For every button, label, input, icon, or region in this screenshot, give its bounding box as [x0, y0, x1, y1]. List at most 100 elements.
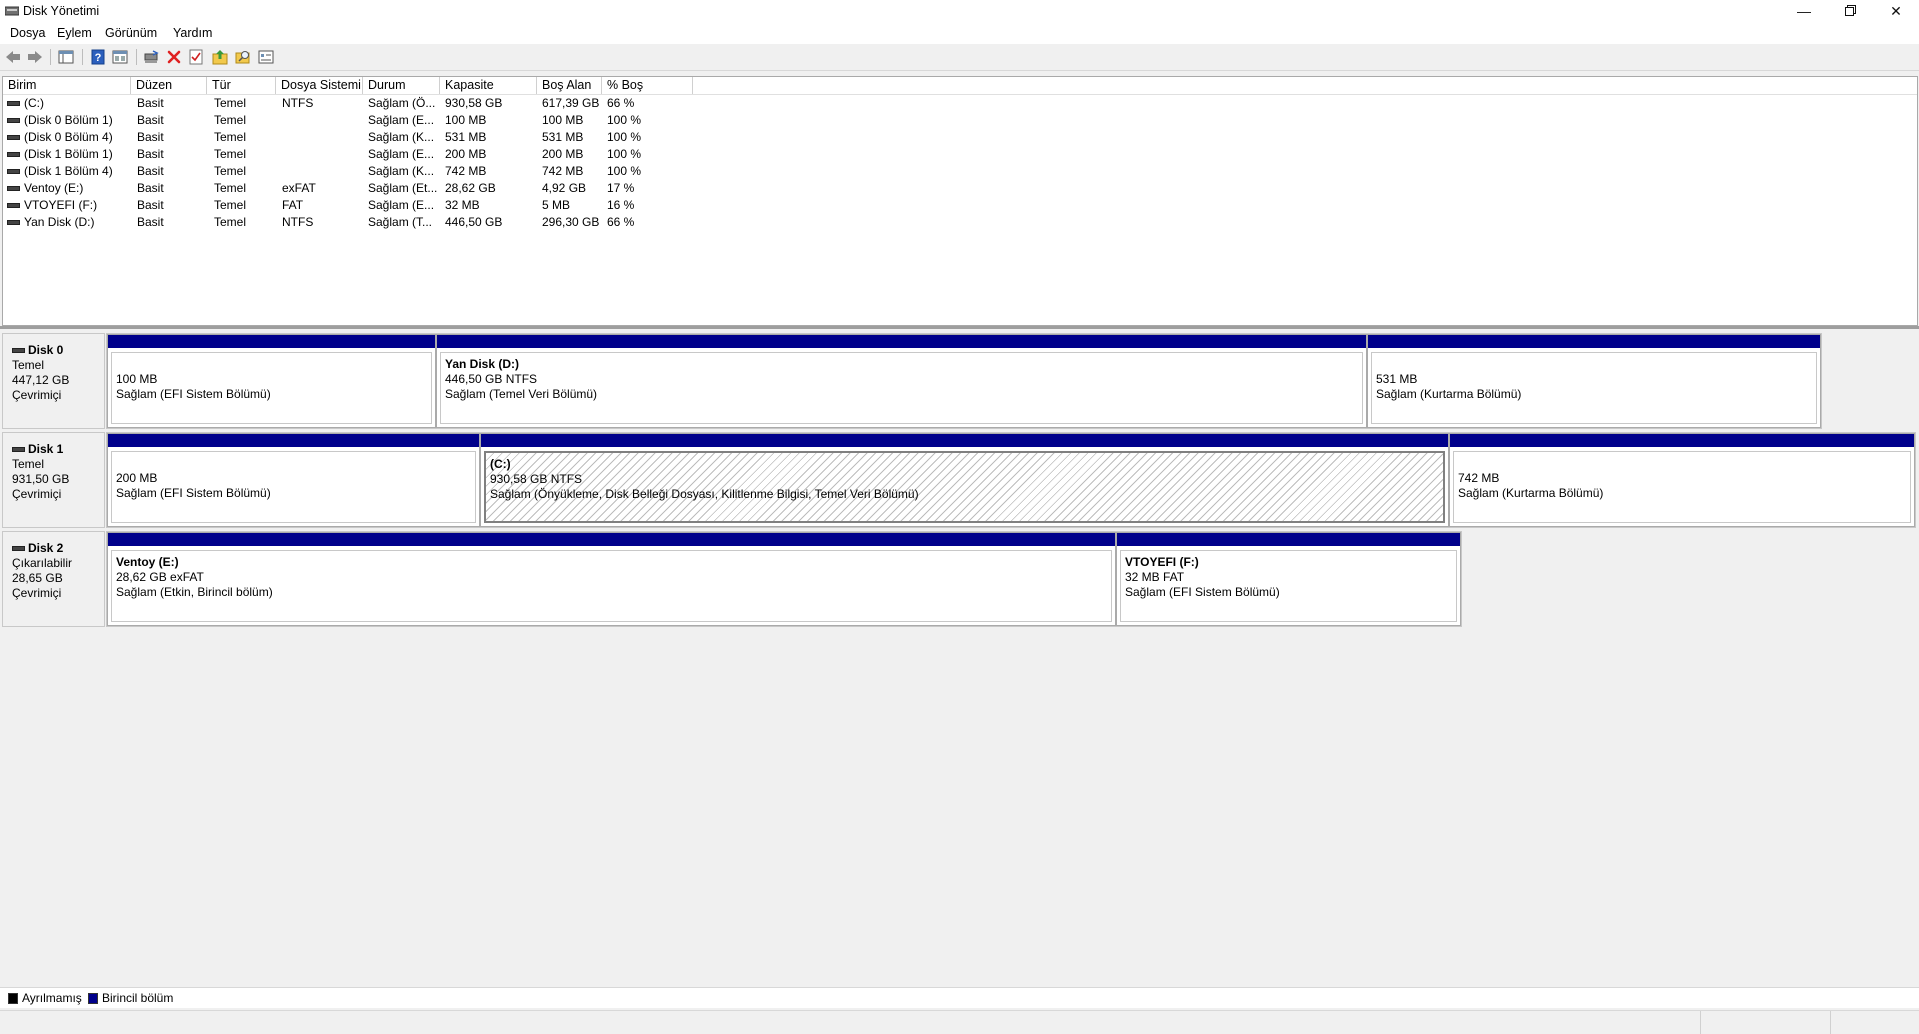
properties-button[interactable] [258, 49, 274, 65]
disk-2-label[interactable]: Disk 2 Çıkarılabilir 28,65 GB Çevrimiçi [2, 531, 105, 627]
help-button[interactable]: ? [90, 49, 106, 65]
layout-cell: Basit [137, 198, 164, 212]
connect-button[interactable] [143, 49, 159, 65]
legend-label: Ayrılmamış [22, 991, 82, 1005]
console-tree-icon [58, 50, 74, 64]
partition-size: 930,58 GB NTFS [490, 472, 583, 486]
help-icon: ? [91, 49, 105, 65]
menu-help[interactable]: Yardım [173, 26, 212, 40]
disk-management-app-icon [5, 6, 19, 16]
partition-block[interactable]: 200 MB Sağlam (EFI Sistem Bölümü) [107, 433, 480, 527]
search-folder-button[interactable] [235, 49, 251, 65]
table-row[interactable]: (Disk 0 Bölüm 1) Basit Temel Sağlam (E..… [3, 112, 1917, 129]
type-cell: Temel [214, 181, 247, 195]
table-row[interactable]: Ventoy (E:) Basit Temel exFAT Sağlam (Et… [3, 180, 1917, 197]
type-cell: Temel [214, 198, 247, 212]
restore-button[interactable] [1827, 0, 1873, 22]
disk-icon [12, 348, 25, 354]
column-header-capacity[interactable]: Kapasite [440, 77, 537, 94]
status-bar [0, 1010, 1919, 1034]
partition-color-bar [108, 434, 479, 447]
column-header-volume[interactable]: Birim [3, 77, 131, 94]
table-row[interactable]: VTOYEFI (F:) Basit Temel FAT Sağlam (E..… [3, 197, 1917, 214]
check-icon [189, 49, 203, 65]
menu-action[interactable]: Eylem [57, 26, 92, 40]
disk-size: 28,65 GB [12, 571, 63, 585]
table-row[interactable]: (Disk 1 Bölüm 1) Basit Temel Sağlam (E..… [3, 146, 1917, 163]
partition-block[interactable]: Ventoy (E:) 28,62 GB exFAT Sağlam (Etkin… [107, 532, 1116, 626]
disk-size: 931,50 GB [12, 472, 70, 486]
partition-info: Ventoy (E:) 28,62 GB exFAT Sağlam (Etkin… [111, 550, 1112, 622]
column-header-percent-free[interactable]: % Boş [602, 77, 693, 94]
partition-size: 742 MB [1458, 471, 1500, 485]
free-space-cell: 4,92 GB [542, 181, 587, 195]
partition-status: Sağlam (EFI Sistem Bölümü) [1125, 585, 1280, 599]
table-row[interactable]: (Disk 0 Bölüm 4) Basit Temel Sağlam (K..… [3, 129, 1917, 146]
partition-name [1458, 456, 1906, 471]
partition-size: 446,50 GB NTFS [445, 372, 538, 386]
close-button[interactable]: ✕ [1873, 0, 1919, 22]
partition-block[interactable]: 742 MB Sağlam (Kurtarma Bölümü) [1449, 433, 1915, 527]
percent-free-cell: 16 % [607, 198, 635, 212]
column-header-filesystem[interactable]: Dosya Sistemi [276, 77, 363, 94]
check-button[interactable] [188, 49, 204, 65]
forward-button[interactable] [27, 49, 43, 65]
volume-cell: (Disk 1 Bölüm 1) [7, 146, 129, 163]
delete-button[interactable] [166, 49, 182, 65]
legend-swatch [8, 992, 18, 1004]
up-folder-button[interactable] [212, 49, 228, 65]
legend-label: Birincil bölüm [102, 991, 174, 1005]
volume-cell: Yan Disk (D:) [7, 214, 129, 231]
partition-block[interactable]: Yan Disk (D:) 446,50 GB NTFS Sağlam (Tem… [436, 334, 1367, 428]
percent-free-cell: 66 % [607, 96, 635, 110]
partition-block[interactable]: 100 MB Sağlam (EFI Sistem Bölümü) [107, 334, 436, 428]
capacity-cell: 200 MB [445, 147, 487, 161]
free-space-cell: 100 MB [542, 113, 584, 127]
partition-size: 32 MB FAT [1125, 570, 1185, 584]
partition-block-selected[interactable]: (C:) 930,58 GB NTFS Sağlam (Önyükleme, D… [480, 433, 1449, 527]
partition-name: (C:) [490, 457, 511, 471]
connect-icon [144, 50, 159, 63]
show-hide-button[interactable] [112, 49, 128, 65]
status-cell: Sağlam (E... [368, 198, 435, 212]
column-header-free-space[interactable]: Boş Alan [537, 77, 602, 94]
disk-1-label[interactable]: Disk 1 Temel 931,50 GB Çevrimiçi [2, 432, 105, 528]
volume-cell: (Disk 0 Bölüm 1) [7, 112, 129, 129]
menu-file[interactable]: Dosya [10, 26, 45, 40]
disk-type: Temel [12, 457, 45, 471]
menu-view[interactable]: Görünüm [105, 26, 157, 40]
partition-block[interactable]: VTOYEFI (F:) 32 MB FAT Sağlam (EFI Siste… [1116, 532, 1461, 626]
legend-swatch [88, 992, 98, 1004]
disk-1-partitions: 200 MB Sağlam (EFI Sistem Bölümü) (C:) 9… [106, 432, 1916, 528]
table-row[interactable]: Yan Disk (D:) Basit Temel NTFS Sağlam (T… [3, 214, 1917, 231]
table-row[interactable]: (C:) Basit Temel NTFS Sağlam (Ö... 930,5… [3, 95, 1917, 112]
filesystem-cell: exFAT [282, 181, 316, 195]
minimize-button[interactable]: — [1781, 0, 1827, 22]
disk-name: Disk 1 [28, 442, 64, 456]
properties-icon [258, 50, 274, 64]
back-button[interactable] [5, 49, 21, 65]
layout-cell: Basit [137, 147, 164, 161]
menu-bar: Dosya Eylem Görünüm Yardım [0, 22, 1919, 44]
type-cell: Temel [214, 215, 247, 229]
volume-name: (Disk 1 Bölüm 1) [24, 147, 113, 161]
layout-cell: Basit [137, 96, 164, 110]
filesystem-cell [282, 163, 360, 180]
disk-0-label[interactable]: Disk 0 Temel 447,12 GB Çevrimiçi [2, 333, 105, 429]
disk-name: Disk 2 [28, 541, 64, 555]
partition-color-bar [1368, 335, 1820, 348]
partition-info: 200 MB Sağlam (EFI Sistem Bölümü) [111, 451, 476, 523]
partition-info: (C:) 930,58 GB NTFS Sağlam (Önyükleme, D… [484, 451, 1445, 523]
column-header-status[interactable]: Durum [363, 77, 440, 94]
filesystem-cell [282, 146, 360, 163]
type-cell: Temel [214, 113, 247, 127]
partition-block[interactable]: 531 MB Sağlam (Kurtarma Bölümü) [1367, 334, 1821, 428]
legend: Ayrılmamış Birincil bölüm [0, 987, 1919, 1008]
title-bar: Disk Yönetimi — ✕ [0, 0, 1919, 22]
column-header-layout[interactable]: Düzen [131, 77, 207, 94]
free-space-cell: 5 MB [542, 198, 571, 212]
console-tree-button[interactable] [58, 49, 74, 65]
table-row[interactable]: (Disk 1 Bölüm 4) Basit Temel Sağlam (K..… [3, 163, 1917, 180]
percent-free-cell: 100 % [607, 147, 642, 161]
column-header-type[interactable]: Tür [207, 77, 276, 94]
